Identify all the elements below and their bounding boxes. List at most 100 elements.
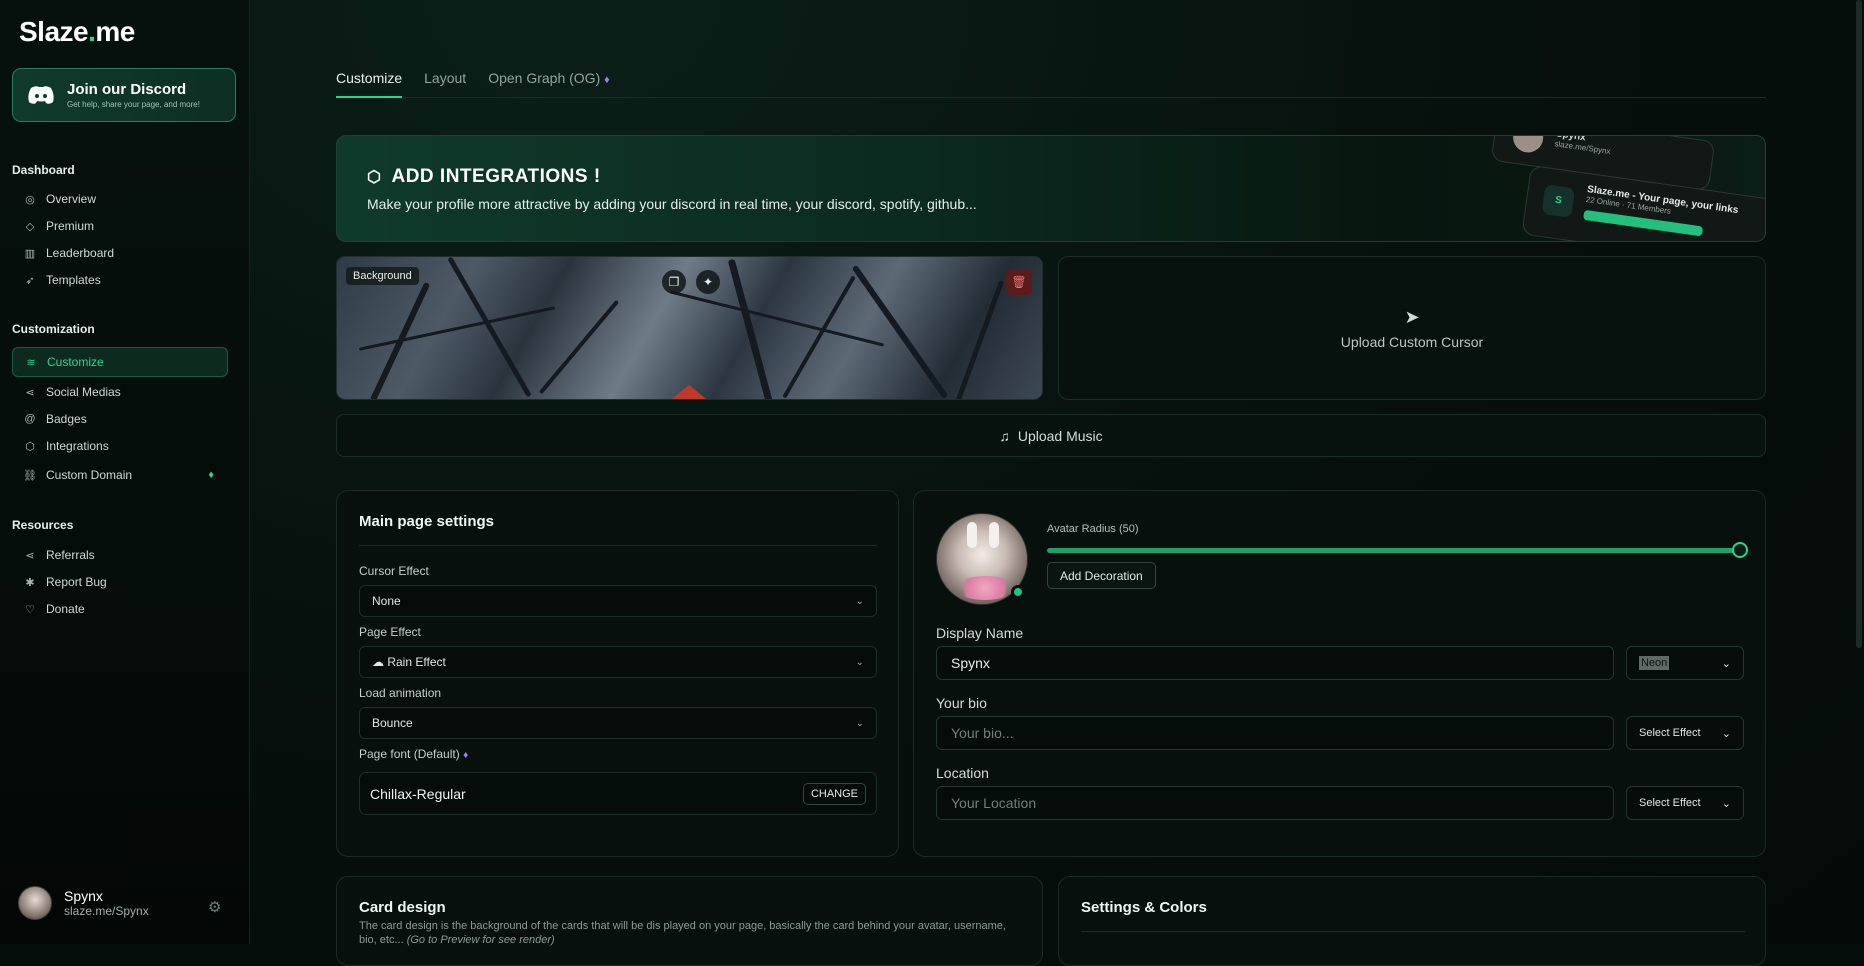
sidebar-item-overview[interactable]: ◎ Overview bbox=[12, 184, 228, 214]
slider-handle[interactable] bbox=[1732, 542, 1748, 558]
sidebar-item-donate[interactable]: ♡ Donate bbox=[12, 594, 228, 624]
chevron-down-icon: ⌄ bbox=[855, 656, 864, 668]
tab-layout[interactable]: Layout bbox=[424, 70, 466, 98]
link-icon: ⛓ bbox=[23, 469, 37, 482]
panel-title: Main page settings bbox=[359, 513, 495, 530]
server-icon: S bbox=[1541, 184, 1576, 219]
settings-colors-panel: Settings & Colors bbox=[1058, 876, 1766, 966]
chevron-down-icon: ⌄ bbox=[1721, 797, 1731, 810]
discord-icon bbox=[28, 86, 54, 104]
display-name-field[interactable]: Spynx bbox=[936, 646, 1614, 680]
profile-settings-panel: Avatar Radius (50) Add Decoration Displa… bbox=[913, 490, 1766, 857]
logo[interactable]: Slaze.me bbox=[19, 16, 135, 48]
discord-subtitle: Get help, share your page, and more! bbox=[67, 100, 200, 109]
share-icon: ⋖ bbox=[25, 549, 35, 562]
bug-icon: ✱ bbox=[25, 576, 35, 589]
share-icon: ⋖ bbox=[25, 386, 35, 399]
section-resources: Resources bbox=[12, 518, 74, 532]
user-profile[interactable]: Spynx slaze.me/Spynx bbox=[18, 886, 149, 920]
cursor-effect-label: Cursor Effect bbox=[359, 564, 429, 578]
add-decoration-button[interactable]: Add Decoration bbox=[1047, 562, 1156, 589]
rocket-icon: ➶ bbox=[25, 274, 35, 287]
user-handle: slaze.me/Spynx bbox=[64, 904, 149, 918]
bio-effect-select[interactable]: Select Effect ⌄ bbox=[1626, 716, 1744, 750]
location-effect-select[interactable]: Select Effect ⌄ bbox=[1626, 786, 1744, 820]
user-name: Spynx bbox=[64, 888, 103, 904]
page-effect-label: Page Effect bbox=[359, 625, 421, 639]
background-preview[interactable]: Background ❐ ✦ 🗑 bbox=[336, 256, 1043, 400]
premium-gem-icon: ♦ bbox=[604, 74, 610, 86]
tab-bar: Customize Layout Open Graph (OG) ♦ bbox=[336, 70, 1766, 98]
page-font-label: Page font (Default) ♦ bbox=[359, 747, 469, 761]
premium-gem-icon: ♦ bbox=[463, 750, 469, 761]
sidebar-item-report-bug[interactable]: ✱ Report Bug bbox=[12, 567, 228, 597]
avatar bbox=[18, 886, 52, 920]
sidebar-item-custom-domain[interactable]: ⛓ Custom Domain ♦ bbox=[12, 460, 228, 490]
page-font-field: Chillax-Regular CHANGE bbox=[359, 772, 877, 815]
page-effect-select[interactable]: ☁ Rain Effect ⌄ bbox=[359, 646, 877, 678]
integrations-banner[interactable]: ⬡ ADD INTEGRATIONS ! Make your profile mo… bbox=[336, 135, 1766, 242]
panel-title: Settings & Colors bbox=[1081, 899, 1207, 916]
avatar bbox=[1511, 136, 1546, 155]
sidebar-item-badges[interactable]: @ Badges bbox=[12, 404, 228, 434]
chevron-down-icon: ⌄ bbox=[1721, 657, 1731, 670]
premium-gem-icon: ♦ bbox=[208, 469, 214, 481]
avatar-radius-label: Avatar Radius (50) bbox=[1047, 523, 1139, 535]
sidebar-item-premium[interactable]: ◇ Premium bbox=[12, 211, 228, 241]
donate-icon: ♡ bbox=[25, 603, 35, 616]
sliders-icon: ≋ bbox=[26, 356, 36, 369]
banner-text: Make your profile more attractive by add… bbox=[367, 196, 977, 212]
gear-icon[interactable]: ⚙ bbox=[208, 898, 221, 916]
upload-music-button[interactable]: ♫ Upload Music bbox=[336, 414, 1766, 457]
at-icon: @ bbox=[24, 413, 36, 425]
sparkle-icon[interactable]: ✦ bbox=[696, 270, 720, 294]
background-label: Background bbox=[346, 267, 419, 285]
font-value: Chillax-Regular bbox=[370, 785, 466, 802]
main-content: Customize Layout Open Graph (OG) ♦ ⬡ ADD … bbox=[250, 0, 1864, 966]
lantern-shape bbox=[667, 385, 711, 399]
music-note-icon: ♫ bbox=[999, 427, 1010, 444]
sidebar-item-integrations[interactable]: ⬡ Integrations bbox=[12, 431, 228, 461]
sidebar-item-customize[interactable]: ≋ Customize bbox=[12, 347, 228, 377]
rain-cloud-icon: ☁ bbox=[372, 655, 384, 669]
chevron-down-icon: ⌄ bbox=[1721, 727, 1731, 740]
banner-title: ⬡ ADD INTEGRATIONS ! bbox=[367, 166, 601, 187]
sidebar-item-referrals[interactable]: ⋖ Referrals bbox=[12, 540, 228, 570]
location-label: Location bbox=[936, 765, 989, 781]
online-status-dot bbox=[1011, 585, 1025, 599]
section-dashboard: Dashboard bbox=[12, 163, 75, 177]
change-font-button[interactable]: CHANGE bbox=[802, 782, 866, 805]
join-discord-button[interactable]: Join our Discord Get help, share your pa… bbox=[12, 68, 236, 122]
bio-field[interactable]: Your bio... bbox=[936, 716, 1614, 750]
avatar-radius-slider[interactable] bbox=[1047, 548, 1739, 553]
upload-cursor-button[interactable]: ➤ Upload Custom Cursor bbox=[1058, 256, 1766, 400]
discord-title: Join our Discord bbox=[67, 81, 187, 98]
cursor-effect-select[interactable]: None ⌄ bbox=[359, 585, 877, 617]
box-icon: ⬡ bbox=[367, 169, 382, 186]
display-name-effect-select[interactable]: Neon ⌄ bbox=[1626, 646, 1744, 680]
card-design-panel: Card design The card design is the backg… bbox=[336, 876, 1043, 966]
main-page-settings-panel: Main page settings Cursor Effect None ⌄ P… bbox=[336, 490, 899, 857]
upload-cursor-label: Upload Custom Cursor bbox=[1340, 333, 1484, 350]
tab-open-graph[interactable]: Open Graph (OG) ♦ bbox=[488, 70, 610, 98]
sidebar-item-social-medias[interactable]: ⋖ Social Medias bbox=[12, 377, 228, 407]
gallery-icon[interactable]: ❐ bbox=[662, 270, 686, 294]
display-name-label: Display Name bbox=[936, 625, 1024, 641]
tab-customize[interactable]: Customize bbox=[336, 70, 403, 98]
cursor-arrow-icon: ➤ bbox=[1404, 306, 1420, 327]
chevron-down-icon: ⌄ bbox=[855, 595, 864, 607]
sidebar-item-leaderboard[interactable]: ▥ Leaderboard bbox=[12, 238, 228, 268]
chevron-down-icon: ⌄ bbox=[855, 717, 864, 729]
card-design-description: The card design is the background of the… bbox=[359, 920, 1006, 946]
bio-label: Your bio bbox=[936, 695, 987, 711]
target-icon: ◎ bbox=[25, 193, 35, 206]
load-animation-select[interactable]: Bounce ⌄ bbox=[359, 707, 877, 739]
scrollbar[interactable] bbox=[1856, 0, 1862, 648]
section-customization: Customization bbox=[12, 322, 95, 336]
sidebar-item-templates[interactable]: ➶ Templates bbox=[12, 265, 228, 295]
box-icon: ⬡ bbox=[25, 440, 35, 453]
trash-icon[interactable]: 🗑 bbox=[1006, 269, 1032, 295]
diamond-icon: ◇ bbox=[25, 220, 35, 233]
location-field[interactable]: Your Location bbox=[936, 786, 1614, 820]
panel-title: Card design bbox=[359, 899, 446, 916]
